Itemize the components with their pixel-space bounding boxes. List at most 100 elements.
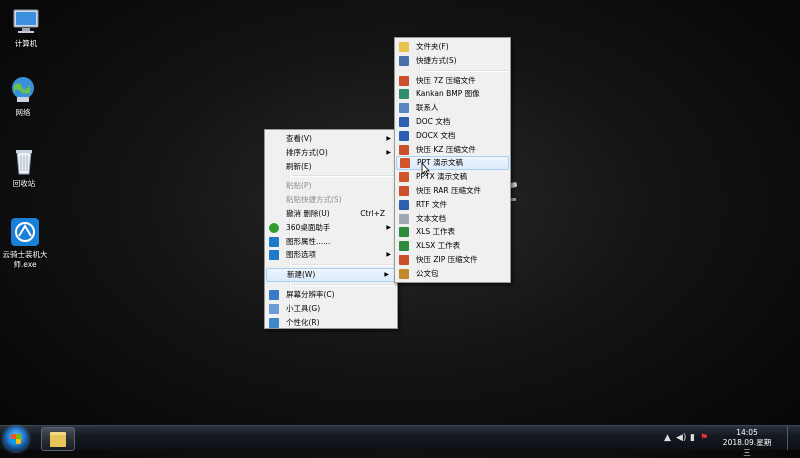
speaker-icon[interactable]: ◀) bbox=[676, 433, 686, 443]
menu-separator bbox=[422, 69, 508, 72]
menu-item-rtf[interactable]: RTF 文件 bbox=[395, 198, 510, 212]
folder-icon bbox=[50, 432, 66, 447]
computer-icon bbox=[11, 6, 41, 36]
menu-separator bbox=[292, 175, 395, 178]
menu-item-e[interactable]: 刷新(E) bbox=[265, 160, 397, 174]
menu-item-label: 文件夹(F) bbox=[416, 42, 449, 51]
archive-icon bbox=[399, 185, 409, 196]
menu-item-p[interactable]: 粘贴(P) bbox=[265, 179, 397, 193]
menu-item-xlsx[interactable]: XLSX 工作表 bbox=[395, 239, 510, 253]
app-installer-icon bbox=[10, 217, 40, 247]
network-icon bbox=[8, 75, 38, 105]
graphics-icon bbox=[269, 236, 279, 247]
menu-item-label: 快压 7Z 压缩文件 bbox=[416, 75, 476, 85]
xls-icon bbox=[399, 241, 409, 252]
menu-item-ppt[interactable]: PPT 演示文稿 bbox=[396, 156, 509, 171]
start-button[interactable] bbox=[4, 427, 28, 451]
menu-item-w[interactable]: 新建(W) ▶ bbox=[266, 268, 396, 282]
menu-item-item-9[interactable]: 图形选项 ▶ bbox=[265, 248, 397, 262]
menu-item-item-17[interactable]: 公文包 bbox=[395, 267, 510, 281]
menu-item-kz[interactable]: 快压 KZ 压缩文件 bbox=[395, 143, 510, 157]
menu-item-7z[interactable]: 快压 7Z 压缩文件 bbox=[395, 74, 510, 88]
desktop-icon-label: 计算机 bbox=[14, 39, 38, 48]
taskbar-explorer-button[interactable] bbox=[41, 427, 75, 451]
menu-item-v[interactable]: 查看(V) ▶ bbox=[265, 132, 397, 146]
folder-icon bbox=[399, 42, 409, 52]
menu-item-item-13[interactable]: 文本文档 bbox=[395, 212, 510, 226]
menu-item-doc[interactable]: DOC 文档 bbox=[395, 115, 510, 129]
gadget-icon bbox=[269, 303, 279, 314]
contact-icon bbox=[399, 103, 409, 114]
menu-item-label: RTF 文件 bbox=[416, 199, 447, 209]
desktop-icon-installer[interactable]: 云骑士装机大师.exe bbox=[0, 217, 51, 270]
menu-item-label: 排序方式(O) bbox=[286, 147, 328, 157]
menu-item-o[interactable]: 排序方式(O) ▶ bbox=[265, 146, 397, 160]
menu-item-label: 图形属性...... bbox=[286, 236, 331, 246]
archive-icon bbox=[399, 75, 409, 86]
recycle-bin-icon bbox=[9, 146, 39, 176]
menu-item-label: 粘贴快捷方式(S) bbox=[286, 195, 342, 205]
doc-icon bbox=[399, 199, 409, 210]
menu-item-zip[interactable]: 快压 ZIP 压缩文件 bbox=[395, 253, 510, 267]
menu-item-360[interactable]: 360桌面助手 ▶ bbox=[265, 221, 397, 235]
menu-item-label: 查看(V) bbox=[286, 134, 312, 143]
network-status-icon[interactable]: ▮ bbox=[690, 433, 695, 443]
submenu-arrow-icon: ▶ bbox=[384, 271, 389, 279]
desktop-icon-label: 网络 bbox=[15, 108, 31, 117]
archive-icon bbox=[399, 144, 409, 155]
menu-item-pptx[interactable]: PPTX 演示文稿 bbox=[395, 170, 510, 184]
submenu-arrow-icon: ▶ bbox=[386, 223, 391, 231]
system-tray: ▲ ◀) ▮ ⚑ 14:05 2018.09.星期三 bbox=[660, 426, 800, 457]
menu-item-g[interactable]: 小工具(G) bbox=[265, 302, 397, 316]
menu-item-docx[interactable]: DOCX 文档 bbox=[395, 129, 510, 143]
submenu-arrow-icon: ▶ bbox=[386, 251, 391, 259]
image-icon bbox=[399, 89, 409, 100]
graphics-icon bbox=[269, 250, 279, 261]
desktop[interactable]: 计算机 网络 回收站 云骑士装机大师.exe 查看(V) ▶ 排序方式(O) ▶ 刷新(… bbox=[0, 0, 800, 425]
menu-item-label: 小工具(G) bbox=[286, 303, 321, 313]
menu-item-f[interactable]: 文件夹(F) bbox=[395, 40, 510, 54]
menu-item-rar[interactable]: 快压 RAR 压缩文件 bbox=[395, 184, 510, 198]
menu-item-label: Kankan BMP 图像 bbox=[416, 89, 480, 99]
windows-logo-icon bbox=[11, 434, 21, 444]
menu-item-kankan-bmp[interactable]: Kankan BMP 图像 bbox=[395, 87, 510, 101]
menu-item-s[interactable]: 粘贴快捷方式(S) bbox=[265, 193, 397, 207]
desktop-context-menu[interactable]: 查看(V) ▶ 排序方式(O) ▶ 刷新(E) 粘贴(P) 粘贴快捷方式(S) 撤消 删除(U… bbox=[264, 129, 398, 329]
action-center-icon[interactable]: ⚑ bbox=[700, 433, 708, 443]
desktop-icon-recycle-bin[interactable]: 回收站 bbox=[0, 146, 50, 189]
menu-item-label: DOC 文档 bbox=[416, 116, 451, 126]
menu-item-u[interactable]: 撤消 删除(U) Ctrl+Z bbox=[265, 207, 397, 221]
show-desktop-button[interactable] bbox=[787, 426, 800, 450]
menu-item-c[interactable]: 屏幕分辨率(C) bbox=[265, 288, 397, 302]
desktop-icon-computer[interactable]: 计算机 bbox=[0, 6, 52, 49]
menu-item-label: 快捷方式(S) bbox=[416, 55, 457, 65]
menu-item-label: 文本文档 bbox=[416, 213, 446, 223]
show-hidden-icons-icon[interactable]: ▲ bbox=[664, 433, 671, 443]
menu-item-xls[interactable]: XLS 工作表 bbox=[395, 225, 510, 239]
menu-item-r[interactable]: 个性化(R) bbox=[265, 316, 397, 330]
desktop-icon-label: 回收站 bbox=[12, 179, 36, 188]
menu-item-label: 粘贴(P) bbox=[286, 181, 312, 191]
menu-item-label: 个性化(R) bbox=[286, 317, 320, 327]
menu-item-label: 刷新(E) bbox=[286, 161, 312, 171]
menu-item-label: XLSX 工作表 bbox=[416, 241, 461, 251]
new-submenu[interactable]: 文件夹(F) 快捷方式(S) 快压 7Z 压缩文件 Kankan BMP 图像 联系人 D… bbox=[394, 37, 511, 283]
briefcase-icon bbox=[399, 268, 409, 279]
menu-item-item-8[interactable]: 图形属性...... bbox=[265, 235, 397, 249]
menu-item-label: 快压 KZ 压缩文件 bbox=[416, 144, 476, 154]
doc-icon bbox=[399, 130, 409, 141]
menu-item-shortcut: Ctrl+Z bbox=[360, 208, 385, 218]
shortcut-icon bbox=[399, 55, 409, 66]
clock[interactable]: 14:05 2018.09.星期三 bbox=[722, 428, 772, 458]
menu-item-label: 公文包 bbox=[416, 268, 439, 278]
ppt-icon bbox=[399, 172, 409, 183]
menu-item-item-5[interactable]: 联系人 bbox=[395, 101, 510, 115]
submenu-arrow-icon: ▶ bbox=[386, 148, 391, 156]
personalize-icon bbox=[269, 317, 279, 328]
desktop-icon-network[interactable]: 网络 bbox=[0, 75, 49, 118]
menu-item-label: 快压 RAR 压缩文件 bbox=[416, 185, 482, 195]
ppt-icon bbox=[400, 158, 410, 169]
menu-item-s[interactable]: 快捷方式(S) bbox=[395, 54, 510, 68]
monitor-icon bbox=[269, 289, 279, 300]
360-icon bbox=[269, 222, 279, 233]
